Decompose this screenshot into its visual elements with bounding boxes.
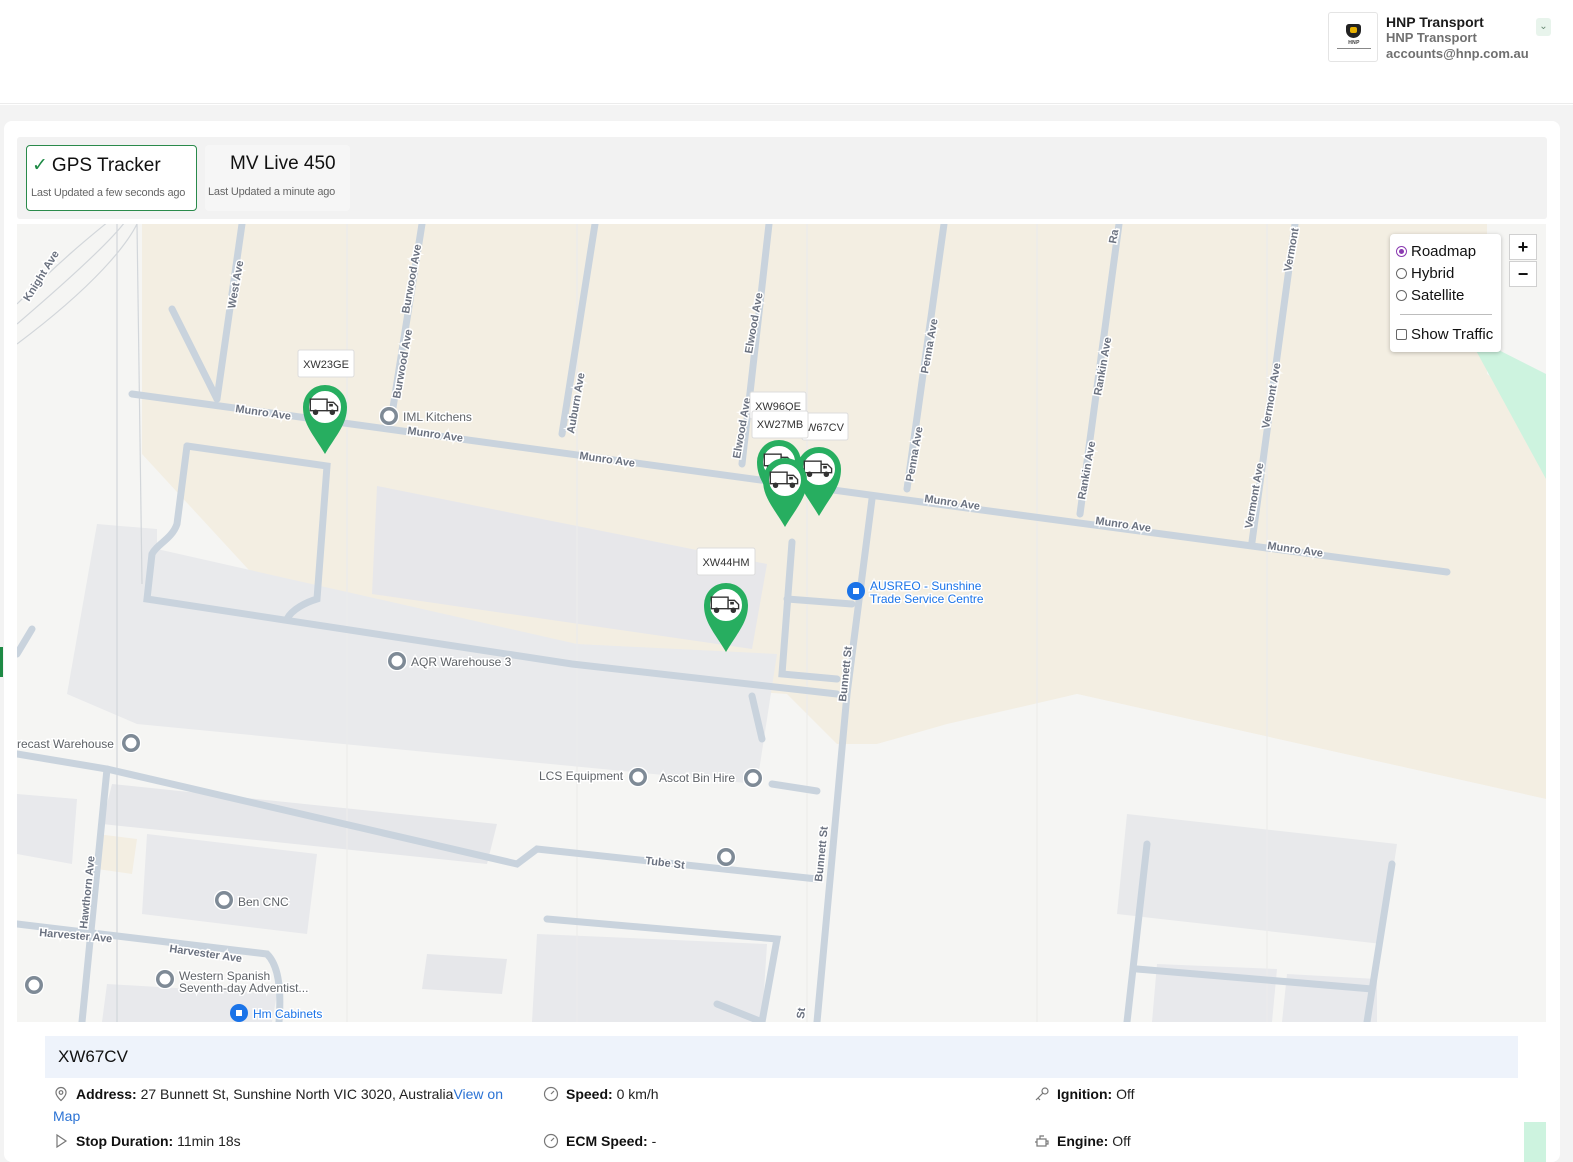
play-icon [56,1133,68,1149]
speed-field: Speed: 0 km/h [543,1086,659,1102]
place-pin-icon[interactable] [743,768,763,788]
vehicle-label: XW23GE [303,359,349,371]
place-pin-icon[interactable] [121,733,141,753]
tab-mv-live-450[interactable]: MV Live 450 Last Updated a minute ago [205,145,350,211]
poi-label[interactable]: AUSREO - Sunshine [869,578,984,595]
account-menu[interactable]: HNP HNP Transport HNP Transport accounts… [1328,12,1529,62]
poi-label[interactable]: Seventh-day Adventist... [178,980,310,997]
location-pin-icon [55,1086,67,1102]
speedometer-icon [543,1086,559,1102]
map-type-control: Roadmap Hybrid Satellite Show Traffic [1390,234,1501,352]
vehicle-label: XW27MB [757,419,803,431]
company-logo: HNP [1328,12,1378,62]
chevron-down-icon[interactable]: ⌄ [1536,18,1551,36]
speedometer-icon [543,1133,559,1149]
poi-label[interactable]: Hm Cabinets [252,1006,324,1023]
account-company: HNP Transport [1386,30,1477,45]
place-pin-icon[interactable] [628,767,648,787]
school-icon[interactable] [716,847,736,867]
check-icon: ✓ [32,155,48,176]
shield-icon [1346,24,1361,38]
checkbox-icon[interactable] [1396,329,1407,340]
address-field: Address: 27 Bunnett St, Sunshine North V… [53,1086,503,1102]
tab-gps-tracker[interactable]: ✓ GPS Tracker Last Updated a few seconds … [26,145,197,211]
map-type-roadmap[interactable]: Roadmap [1396,243,1476,260]
engine-icon [1035,1135,1049,1147]
ecm-speed-field: ECM Speed: - [543,1133,656,1149]
key-icon [1035,1087,1049,1101]
tab-label: MV Live 450 [230,153,336,174]
vehicle-label: W67CV [806,422,845,434]
poi-label[interactable]: Trade Service Centre [869,591,986,608]
place-pin-icon[interactable] [387,651,407,671]
poi-label[interactable]: IML Kitchens [402,409,474,426]
view-on-map-link[interactable]: Map [53,1108,80,1124]
poi-label[interactable]: recast Warehouse [17,736,116,753]
vehicle-map[interactable]: Knight Ave West Ave Burwood Ave Burwood … [17,224,1546,1022]
poi-label[interactable]: Ascot Bin Hire [658,770,737,787]
map-type-hybrid[interactable]: Hybrid [1396,265,1454,282]
sidebar-toggle-tab[interactable] [0,647,3,677]
tab-updated-text: Last Updated a minute ago [208,186,336,198]
place-pin-icon[interactable] [24,975,44,995]
stop-duration-field: Stop Duration: 11min 18s [53,1133,241,1149]
vehicle-label: XW44HM [702,557,749,569]
ignition-field: Ignition: Off [1034,1086,1135,1102]
poi-label[interactable]: Ben CNC [237,894,291,911]
zoom-out-button[interactable]: − [1509,261,1537,287]
account-name: HNP Transport [1386,14,1484,30]
vehicle-details-title: XW67CV [45,1036,1518,1078]
account-email: accounts@hnp.com.au [1386,46,1529,61]
place-pin-icon[interactable] [214,890,234,910]
zoom-in-button[interactable]: + [1509,234,1537,260]
tab-updated-text: Last Updated a few seconds ago [31,187,186,199]
logo-text: HNP [1348,40,1360,46]
view-on-map-link[interactable]: View on [453,1086,503,1102]
place-pin-icon[interactable] [379,406,399,426]
map-type-satellite[interactable]: Satellite [1396,287,1464,304]
church-icon[interactable] [155,969,175,989]
poi-label[interactable]: LCS Equipment [538,768,626,785]
street-label: St [795,1007,808,1020]
engine-field: Engine: Off [1034,1133,1131,1149]
radio-icon[interactable] [1396,246,1407,257]
radio-icon[interactable] [1396,290,1407,301]
show-traffic-toggle[interactable]: Show Traffic [1396,326,1493,343]
poi-label[interactable]: AQR Warehouse 3 [410,654,514,671]
tab-label: GPS Tracker [51,155,161,176]
radio-icon[interactable] [1396,268,1407,279]
